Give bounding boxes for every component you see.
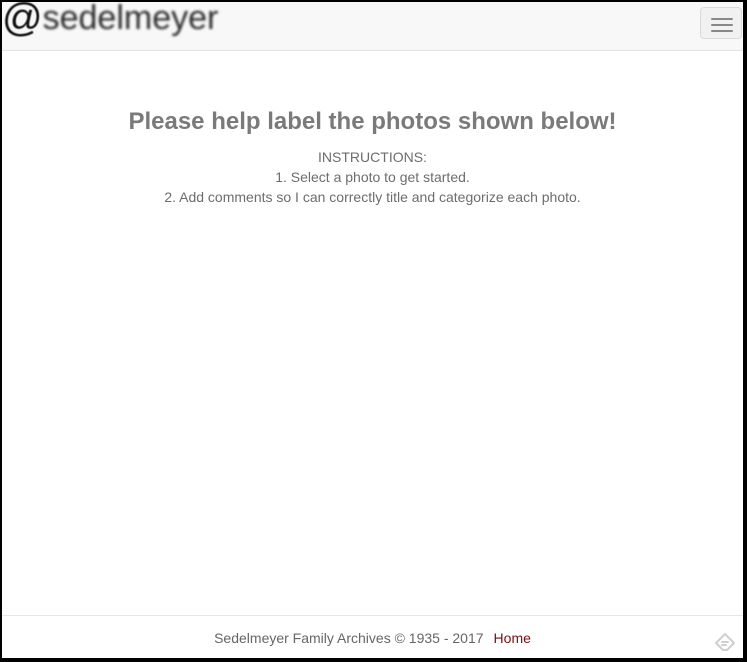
footer-home-link[interactable]: Home	[494, 630, 531, 646]
intro-section: Please help label the photos shown below…	[2, 106, 743, 207]
footer-copyright: Sedelmeyer Family Archives © 1935 - 2017	[214, 630, 484, 646]
feedly-icon[interactable]	[713, 631, 737, 655]
brand-at-symbol: @	[2, 2, 43, 40]
footer-content: Sedelmeyer Family Archives © 1935 - 2017…	[2, 628, 743, 648]
instruction-step-1: 1. Select a photo to get started.	[275, 169, 470, 185]
navbar: @ sedelmeyer	[2, 2, 743, 51]
page-title: Please help label the photos shown below…	[128, 108, 617, 135]
instruction-step-2: 2. Add comments so I can correctly title…	[164, 189, 581, 205]
brand-name: sedelmeyer	[42, 2, 219, 37]
hamburger-menu-icon	[711, 24, 733, 26]
hamburger-menu-icon	[711, 18, 733, 20]
browser-viewport: @ sedelmeyer Please help label the photo…	[2, 2, 743, 658]
footer: Sedelmeyer Family Archives © 1935 - 2017…	[2, 615, 743, 658]
hamburger-menu-icon	[711, 30, 733, 32]
menu-toggle-button[interactable]	[700, 7, 742, 39]
brand-logo-link[interactable]: @ sedelmeyer	[2, 2, 218, 38]
instructions-heading: INSTRUCTIONS:	[318, 149, 427, 165]
